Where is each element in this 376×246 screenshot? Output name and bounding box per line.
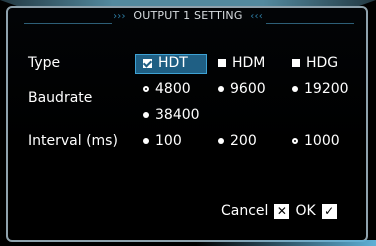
type-option-hdm[interactable]: HDM — [218, 55, 265, 71]
interval-option-1000[interactable]: 1000 — [292, 133, 340, 149]
type-option-hdg[interactable]: HDG — [292, 55, 338, 71]
interval-option-label: 1000 — [304, 133, 340, 149]
title-arrow-right-icon: ‹‹‹ — [250, 11, 263, 22]
type-option-label: HDM — [232, 55, 266, 71]
type-option-label: HDT — [158, 55, 188, 71]
interval-option-label: 200 — [230, 133, 257, 149]
cancel-button[interactable]: Cancel ✕ — [221, 203, 295, 219]
type-label: Type — [28, 55, 61, 71]
baudrate-option-4800[interactable]: 4800 — [143, 81, 191, 97]
title-rule-right — [266, 23, 354, 24]
checkmark-icon: ✓ — [321, 203, 337, 219]
ok-label: OK — [295, 203, 316, 219]
interval-option-label: 100 — [155, 133, 182, 149]
ok-button[interactable]: OK ✓ — [295, 203, 342, 219]
baudrate-option-label: 4800 — [155, 81, 191, 97]
baudrate-label: Baudrate — [28, 90, 93, 106]
baudrate-option-38400[interactable]: 38400 — [143, 107, 200, 123]
dialog-footer: Cancel ✕ OK ✓ — [221, 203, 343, 219]
radio-icon — [218, 138, 224, 144]
baudrate-option-9600[interactable]: 9600 — [218, 81, 266, 97]
radio-icon — [218, 86, 224, 92]
checkbox-icon — [218, 59, 226, 67]
radio-selected-icon — [143, 86, 149, 92]
bottom-accent-bar — [196, 240, 376, 246]
close-icon: ✕ — [274, 203, 290, 219]
radio-icon — [143, 138, 149, 144]
cancel-label: Cancel — [221, 203, 269, 219]
dialog-title: OUTPUT 1 SETTING — [133, 9, 243, 22]
checkbox-checked-icon — [143, 58, 152, 68]
title-arrow-left-icon: ››› — [113, 11, 126, 22]
title-rule-left — [24, 23, 112, 24]
type-option-label: HDG — [306, 55, 339, 71]
dialog-title-row: ››› OUTPUT 1 SETTING ‹‹‹ — [0, 9, 376, 22]
baudrate-option-19200[interactable]: 19200 — [292, 81, 349, 97]
interval-label: Interval (ms) — [28, 133, 118, 149]
baudrate-option-label: 19200 — [304, 81, 349, 97]
interval-option-100[interactable]: 100 — [143, 133, 182, 149]
baudrate-option-label: 9600 — [230, 81, 266, 97]
interval-option-200[interactable]: 200 — [218, 133, 257, 149]
type-option-hdt[interactable]: HDT — [143, 55, 188, 71]
radio-selected-icon — [292, 138, 298, 144]
radio-icon — [292, 86, 298, 92]
baudrate-option-label: 38400 — [155, 107, 200, 123]
checkbox-icon — [292, 59, 300, 67]
radio-icon — [143, 112, 149, 118]
